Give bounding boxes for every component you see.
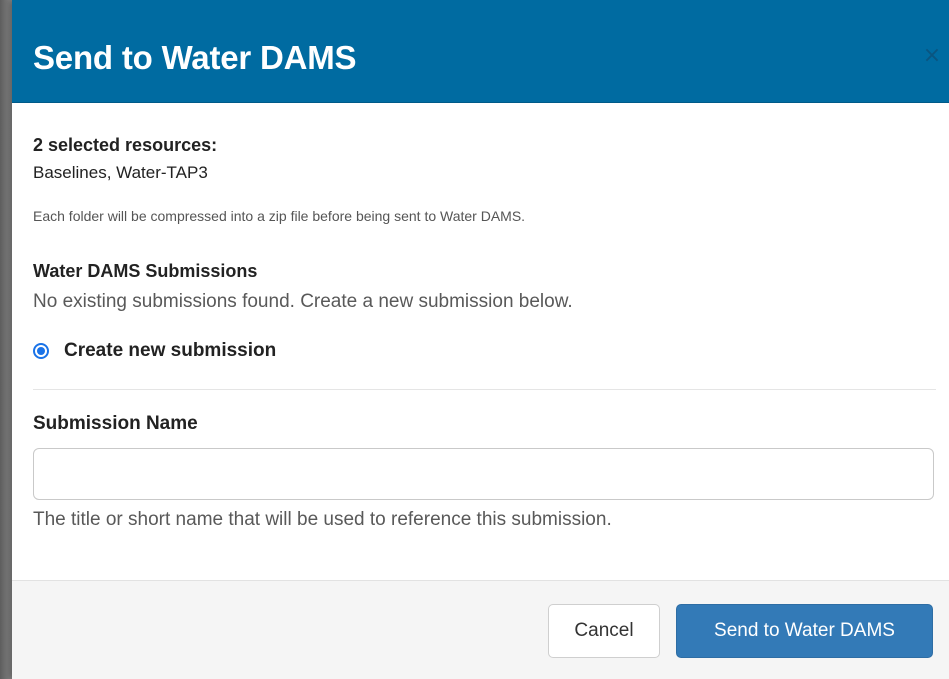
create-new-submission-label: Create new submission [64, 340, 277, 361]
cancel-button[interactable]: Cancel [548, 604, 660, 658]
send-to-water-dams-button[interactable]: Send to Water DAMS [676, 604, 933, 658]
dialog-header: Send to Water DAMS × [12, 0, 949, 103]
submissions-heading: Water DAMS Submissions [33, 261, 258, 281]
radio-dot [37, 347, 45, 355]
selected-resources-heading: 2 selected resources: [33, 135, 218, 155]
compression-note: Each folder will be compressed into a zi… [33, 208, 526, 224]
page-backdrop [0, 0, 12, 679]
create-new-submission-option[interactable]: Create new submission [33, 339, 276, 363]
submission-name-label: Submission Name [33, 413, 198, 434]
close-icon[interactable]: × [921, 44, 943, 68]
dialog-footer: Cancel Send to Water DAMS [12, 580, 949, 679]
submission-name-input[interactable] [33, 448, 934, 500]
send-to-water-dams-dialog: Send to Water DAMS × 2 selected resource… [12, 0, 949, 679]
radio-selected-icon[interactable] [33, 343, 49, 359]
dialog-title: Send to Water DAMS [33, 39, 357, 76]
selected-resources-list: Baselines, Water-TAP3 [33, 163, 208, 182]
section-divider [33, 389, 936, 390]
submission-name-help: The title or short name that will be use… [33, 509, 612, 530]
no-submissions-message: No existing submissions found. Create a … [33, 291, 573, 312]
